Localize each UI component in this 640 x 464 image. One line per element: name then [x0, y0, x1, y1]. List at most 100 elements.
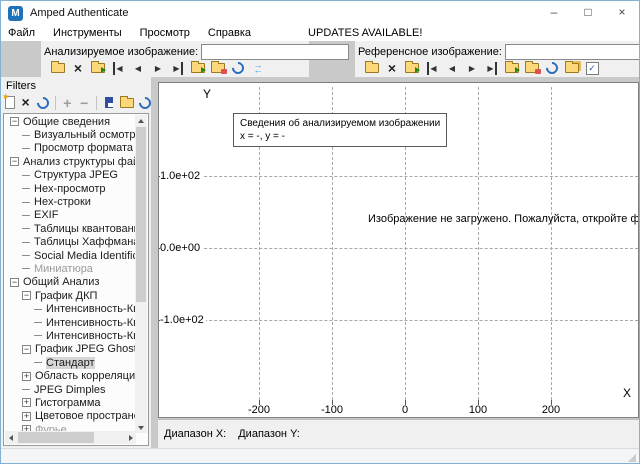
next-image-icon[interactable]: ▶ — [465, 62, 479, 75]
scroll-right-icon[interactable] — [125, 432, 136, 443]
tree-item[interactable]: Визуальный осмотр — [5, 128, 136, 141]
horizontal-gridline — [159, 248, 638, 249]
updates-available-link[interactable]: UPDATES AVAILABLE! — [308, 27, 422, 39]
leaf-dash-icon — [34, 362, 42, 363]
reference-image-label: Референсное изображение: — [358, 46, 502, 58]
folder-comment-icon[interactable] — [211, 62, 225, 75]
expand-all-icon[interactable]: + — [61, 96, 73, 109]
menu-view[interactable]: Просмотр — [131, 27, 199, 39]
scroll-up-icon[interactable] — [135, 115, 147, 126]
last-image-icon[interactable]: ▶ — [485, 62, 499, 75]
tree-item[interactable]: Social Media Identification — [5, 249, 136, 262]
toolbar-strip: Анализируемое изображение: ×◀◀▶▶→← Рефер… — [1, 41, 639, 77]
analyzed-image-input[interactable] — [201, 44, 349, 60]
tree-item[interactable]: −Анализ структуры файла — [5, 155, 136, 168]
app-logo-icon: M — [8, 6, 23, 21]
sync-icon[interactable]: →← — [251, 62, 265, 75]
tree-item[interactable]: +Область корреляции — [5, 369, 136, 382]
tree-item[interactable]: Таблицы квантования JP — [5, 222, 136, 235]
horizontal-scroll-thumb[interactable] — [18, 432, 94, 443]
previous-image-icon[interactable]: ◀ — [445, 62, 459, 75]
open-file-icon[interactable] — [51, 62, 65, 75]
tree-item-label: Анализ структуры файла — [23, 156, 136, 168]
tree-vertical-scrollbar[interactable] — [135, 115, 147, 433]
menu-help[interactable]: Справка — [199, 27, 260, 39]
expand-icon[interactable]: + — [22, 412, 31, 421]
open-file-icon[interactable] — [365, 62, 379, 75]
reload-icon[interactable] — [231, 62, 245, 75]
tree-item[interactable]: Миниатюра — [5, 262, 136, 275]
tree-item[interactable]: Интенсивность-Кван — [5, 316, 136, 329]
leaf-dash-icon — [22, 148, 30, 149]
folder-comment-icon[interactable] — [525, 62, 539, 75]
refresh-filters-icon[interactable] — [139, 96, 151, 109]
export-folder-icon[interactable] — [91, 62, 105, 75]
scroll-down-icon[interactable] — [135, 422, 147, 433]
tree-item[interactable]: Hex-строки — [5, 195, 136, 208]
linked-checkbox-icon[interactable] — [585, 62, 599, 75]
minimize-button[interactable]: – — [537, 1, 571, 25]
resize-grip-icon[interactable] — [628, 454, 636, 462]
delete-filter-icon[interactable]: × — [20, 96, 32, 109]
collapse-all-icon[interactable]: − — [78, 96, 90, 109]
collapse-icon[interactable]: − — [10, 278, 19, 287]
analyzed-image-toolbar: Анализируемое изображение: ×◀◀▶▶→← — [41, 41, 309, 77]
reference-image-input[interactable] — [505, 44, 640, 60]
copy-folder-icon[interactable] — [565, 62, 579, 75]
menu-tools[interactable]: Инструменты — [44, 27, 131, 39]
tree-item[interactable]: +Цветовое пространство — [5, 410, 136, 423]
maximize-button[interactable]: □ — [571, 1, 605, 25]
window-status-strip — [1, 448, 639, 464]
tree-item-label: Общие сведения — [23, 116, 110, 128]
reset-filters-icon[interactable] — [37, 96, 49, 109]
collapse-icon[interactable]: − — [22, 345, 31, 354]
scroll-left-icon[interactable] — [5, 432, 16, 443]
tree-item-label: JPEG Dimples — [34, 384, 106, 396]
first-image-icon[interactable]: ◀ — [111, 62, 125, 75]
next-image-icon[interactable]: ▶ — [151, 62, 165, 75]
save-project-icon[interactable] — [103, 96, 115, 109]
send-folder-icon[interactable] — [505, 62, 519, 75]
tree-item[interactable]: −График JPEG Ghosts — [5, 343, 136, 356]
expand-icon[interactable]: + — [22, 398, 31, 407]
open-project-icon[interactable] — [120, 96, 134, 109]
tree-horizontal-scrollbar[interactable] — [5, 431, 136, 444]
tree-item[interactable]: EXIF — [5, 209, 136, 222]
vertical-gridline — [551, 87, 552, 405]
tree-item[interactable]: Интенсивность-Кван — [5, 302, 136, 315]
vertical-gridline — [478, 87, 479, 405]
tree-item[interactable]: Просмотр формата фай. — [5, 142, 136, 155]
tree-item[interactable]: +Гистограмма — [5, 396, 136, 409]
tree-item[interactable]: −Общий Анализ — [5, 276, 136, 289]
close-button[interactable]: × — [605, 1, 639, 25]
menu-file[interactable]: Файл — [1, 27, 44, 39]
tree-item[interactable]: Структура JPEG — [5, 169, 136, 182]
reload-icon[interactable] — [545, 62, 559, 75]
new-filter-icon[interactable] — [5, 96, 15, 109]
plot-area[interactable]: Y X -200-10001002001.0e+020.0e+00-1.0e+0… — [158, 82, 639, 418]
collapse-icon[interactable]: − — [10, 157, 19, 166]
tree-item[interactable]: Стандарт — [5, 356, 136, 369]
vertical-scroll-thumb[interactable] — [136, 127, 146, 302]
first-image-icon[interactable]: ◀ — [425, 62, 439, 75]
collapse-icon[interactable]: − — [22, 291, 31, 300]
tree-item[interactable]: −Общие сведения — [5, 115, 136, 128]
previous-image-icon[interactable]: ◀ — [131, 62, 145, 75]
tree-item-label: Стандарт — [46, 357, 95, 369]
tree-item-label: Миниатюра — [34, 263, 93, 275]
tree-item[interactable]: JPEG Dimples — [5, 383, 136, 396]
close-file-icon[interactable]: × — [385, 62, 399, 75]
title-bar: M Amped Authenticate – □ × — [1, 1, 639, 25]
tree-item[interactable]: Hex-просмотр — [5, 182, 136, 195]
tree-item[interactable]: Интенсивность-Кван — [5, 329, 136, 342]
export-folder-icon[interactable] — [405, 62, 419, 75]
tree-item[interactable]: Таблицы Хаффмана JPEG — [5, 236, 136, 249]
collapse-icon[interactable]: − — [10, 117, 19, 126]
tree-item-label: Таблицы Хаффмана JPEG — [34, 236, 136, 248]
tree-item[interactable]: −График ДКП — [5, 289, 136, 302]
leaf-dash-icon — [34, 322, 42, 323]
last-image-icon[interactable]: ▶ — [171, 62, 185, 75]
close-file-icon[interactable]: × — [71, 62, 85, 75]
send-folder-icon[interactable] — [191, 62, 205, 75]
expand-icon[interactable]: + — [22, 372, 31, 381]
